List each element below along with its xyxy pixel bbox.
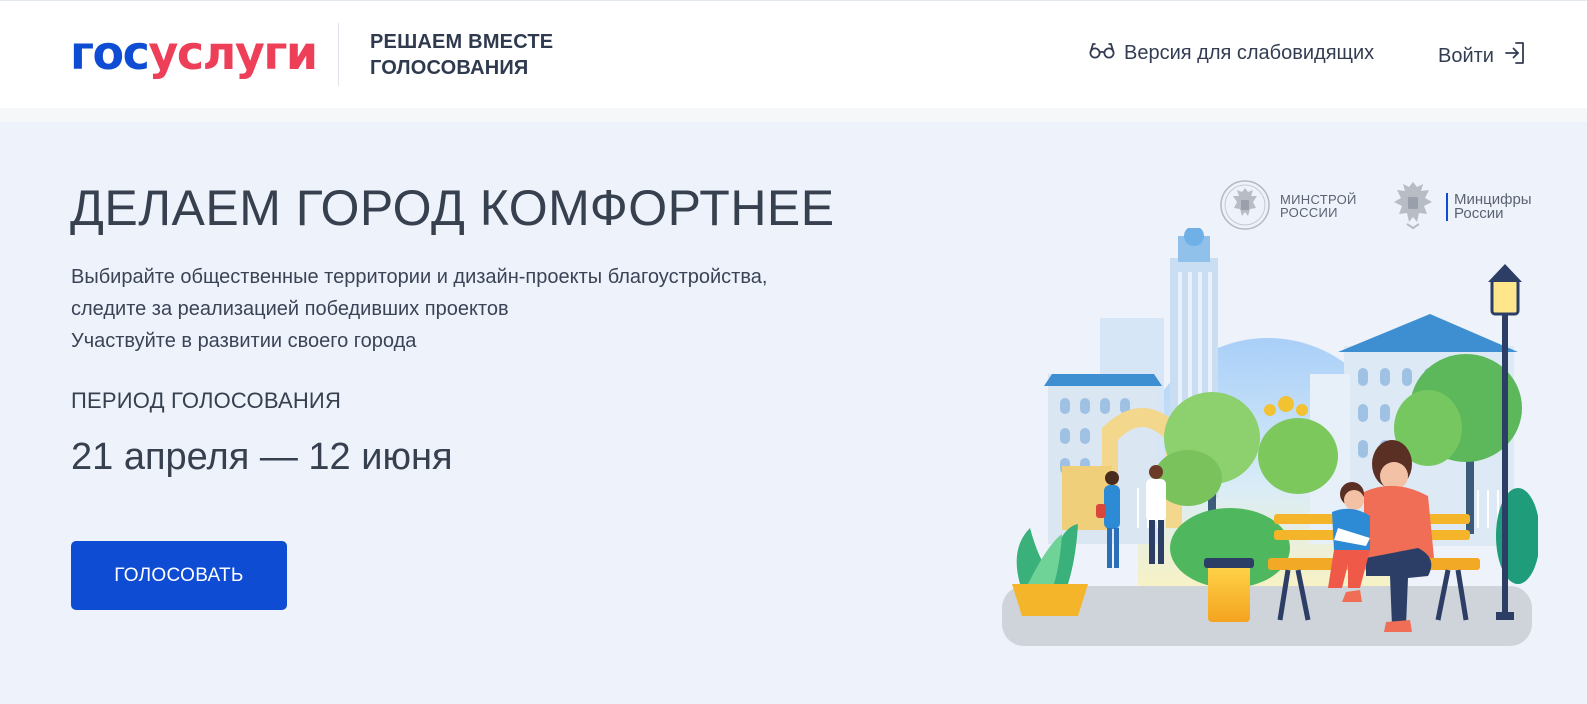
tagline-line-1: РЕШАЕМ ВМЕСТЕ: [370, 31, 554, 53]
tagline-line-2: ГОЛОСОВАНИЯ: [370, 57, 529, 79]
partner-minstroy-line2: РОССИИ: [1280, 205, 1338, 220]
hero-description: Выбирайте общественные территории и диза…: [71, 261, 767, 357]
partner-mincifry-text: Минцифры России: [1446, 192, 1532, 222]
header-tagline: РЕШАЕМ ВМЕСТЕ ГОЛОСОВАНИЯ: [370, 29, 553, 81]
hero-description-line: Выбирайте общественные территории и диза…: [71, 266, 768, 288]
hero-title: ДЕЛАЕМ ГОРОД КОМФОРТНЕЕ: [70, 180, 835, 236]
coat-of-arms-icon: [1218, 178, 1272, 234]
partner-mincifry: Минцифры России: [1388, 178, 1532, 235]
city-park-illustration: [1002, 228, 1538, 646]
lamp-post: [1502, 308, 1508, 618]
voting-period-label: ПЕРИОД ГОЛОСОВАНИЯ: [71, 388, 342, 413]
logo-part-gos: гос: [70, 26, 150, 80]
trash-bin: [1208, 564, 1250, 622]
login-button[interactable]: Войти: [1438, 41, 1526, 71]
login-label: Войти: [1438, 44, 1494, 67]
login-arrow-icon: [1504, 41, 1526, 71]
site-header: госуслуги РЕШАЕМ ВМЕСТЕ ГОЛОСОВАНИЯ Верс…: [0, 0, 1587, 108]
accessibility-label: Версия для слабовидящих: [1124, 41, 1375, 64]
partner-mincifry-line2: России: [1454, 204, 1504, 222]
partner-minstroy-text: МИНСТРОЙ РОССИИ: [1280, 193, 1357, 219]
header-bottom-strip: [0, 108, 1587, 122]
glasses-icon: [1089, 41, 1115, 65]
voting-period-dates: 21 апреля — 12 июня: [71, 436, 453, 478]
header-divider: [338, 23, 339, 86]
coat-of-arms-icon: [1388, 178, 1438, 235]
vote-button[interactable]: ГОЛОСОВАТЬ: [71, 541, 287, 610]
partner-minstroy: МИНСТРОЙ РОССИИ: [1218, 178, 1357, 234]
accessibility-version-link[interactable]: Версия для слабовидящих: [1089, 41, 1374, 65]
hero-description-line: Участвуйте в развитии своего города: [71, 330, 417, 352]
logo-part-uslugi: услуги: [148, 26, 318, 80]
gosuslugi-logo[interactable]: госуслуги: [70, 25, 318, 81]
hero-description-line: следите за реализацией победивших проект…: [71, 298, 509, 320]
